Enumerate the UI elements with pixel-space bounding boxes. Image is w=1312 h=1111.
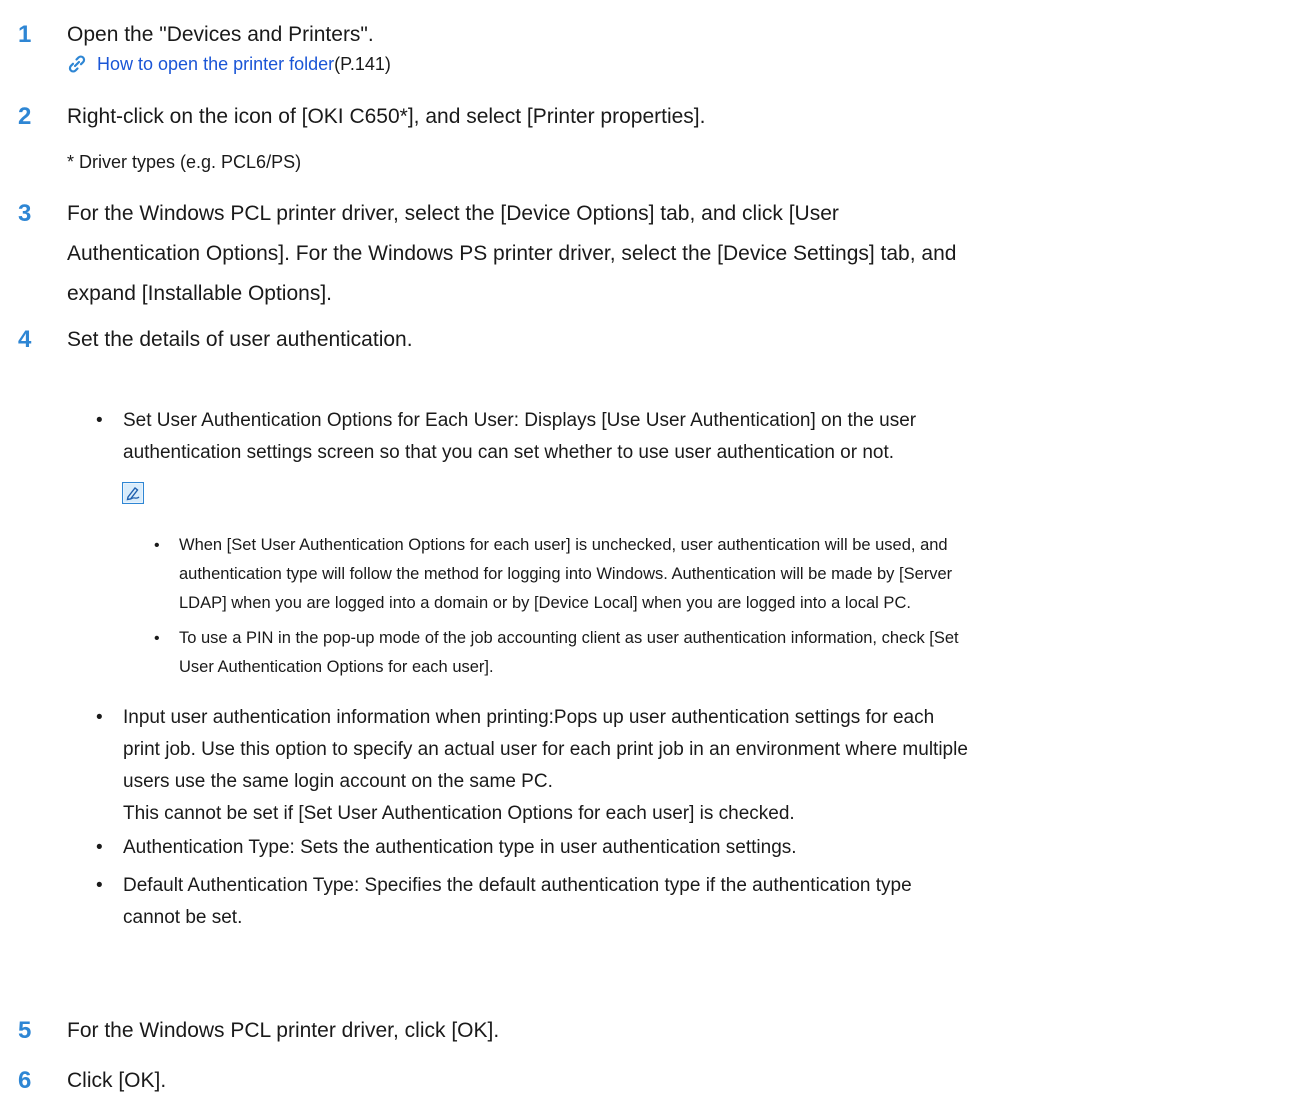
- bullet-dot: •: [96, 875, 103, 896]
- step-text: For the Windows PCL printer driver, clic…: [67, 1019, 500, 1042]
- step-number: 5: [18, 1017, 32, 1044]
- bullet-dot: •: [154, 537, 160, 554]
- step-number: 6: [18, 1067, 32, 1094]
- step-text: Click [OK].: [67, 1069, 167, 1092]
- bullet-dot: •: [96, 707, 103, 728]
- step-text: For the Windows PCL printer driver, sele…: [67, 202, 957, 305]
- bullet-dot: •: [96, 837, 103, 858]
- step-text: Set the details of user authentication.: [67, 328, 413, 351]
- bullet-dot: •: [96, 410, 103, 431]
- step-text: Right-click on the icon of [OKI C650*], …: [67, 105, 706, 128]
- bullet-dot: •: [154, 630, 160, 647]
- link-chain-icon: [67, 54, 87, 74]
- step-text: Open the "Devices and Printers".: [67, 23, 374, 46]
- printer-folder-link[interactable]: How to open the printer folder: [97, 54, 334, 74]
- printer-folder-link-row: How to open the printer folder(P.141): [67, 52, 391, 76]
- step-number: 3: [18, 200, 32, 227]
- step-number: 4: [18, 326, 32, 353]
- step-number: 1: [18, 21, 32, 48]
- step-number: 2: [18, 103, 32, 130]
- driver-types-note: * Driver types (e.g. PCL6/PS): [67, 152, 302, 172]
- memo-pencil-icon: [121, 481, 145, 505]
- page-reference: (P.141): [334, 54, 391, 74]
